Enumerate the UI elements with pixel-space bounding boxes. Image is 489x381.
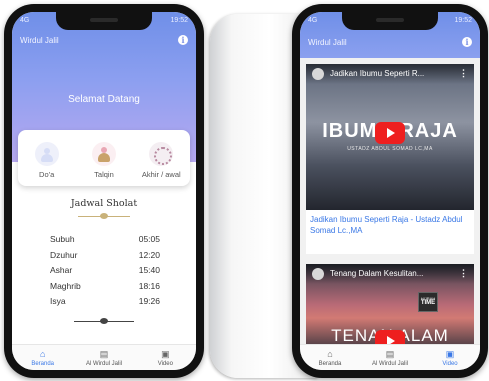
home-screen: 4G 19:52 Wirdul Jalil i Selamat Datang D… — [12, 12, 196, 370]
prayer-name: Ashar — [50, 265, 73, 276]
clock: 19:52 — [454, 17, 472, 24]
thumbnail-title: Jadikan Ibumu Seperti R... — [330, 69, 425, 78]
prayer-name: Subuh — [50, 234, 75, 244]
hijrah-time-badge: HIJRAH TIME — [418, 292, 438, 312]
nav-label: Video — [442, 361, 458, 367]
app-title: Wirdul Jalil — [308, 38, 347, 47]
video-title-link[interactable]: Jadikan Ibumu Seperti Raja - Ustadz Abdu… — [310, 214, 470, 236]
prayer-time: 12:20 — [138, 249, 160, 260]
thumbnail-title: Tenang Dalam Kesulitan... — [330, 269, 424, 278]
prayer-row-subuh: Subuh 05:05 — [48, 232, 160, 248]
video-screen: 4G 19:52 Wirdul Jalil i Jadikan Ibumu Se… — [300, 12, 480, 370]
prayer-name: Isya — [50, 296, 66, 307]
mandala-icon — [149, 141, 174, 166]
signal-indicator: 4G — [20, 17, 30, 24]
info-icon[interactable]: i — [178, 35, 188, 45]
channel-avatar — [312, 268, 324, 280]
nav-beranda[interactable]: ⌂ Beranda — [300, 345, 360, 370]
app-title: Wirdul Jalil — [20, 36, 59, 45]
nav-label: Al Wirdul Jalil — [85, 361, 122, 367]
prayer-schedule-header: Jadwal Sholat — [12, 198, 196, 220]
prayer-time: 18:16 — [138, 280, 160, 291]
menu-label: Do'a — [39, 169, 55, 179]
prayer-name: Dzuhur — [50, 249, 78, 260]
video-library-icon: ▣ — [161, 349, 170, 359]
clock: 19:52 — [170, 17, 188, 24]
nav-label: Beranda — [318, 361, 342, 367]
home-icon: ⌂ — [39, 349, 46, 359]
book-icon: ▤ — [99, 349, 109, 359]
menu-item-doa[interactable]: Do'a — [21, 141, 73, 179]
signal-indicator: 4G — [308, 17, 318, 24]
prayer-time: 19:26 — [138, 296, 160, 307]
mockup-stage: 4G 19:52 Wirdul Jalil i Selamat Datang D… — [0, 0, 489, 381]
app-bar: Wirdul Jalil i — [12, 32, 196, 54]
praying-person-icon — [34, 141, 59, 166]
channel-avatar — [312, 68, 324, 80]
menu-item-akhir-awal[interactable]: Akhir / awal — [135, 141, 187, 179]
prayer-row-ashar: Ashar 15:40 — [48, 263, 160, 279]
ornament-divider-bottom — [74, 317, 134, 325]
nav-al-wirdul-jalil[interactable]: ▤ Al Wirdul Jalil — [73, 345, 134, 370]
welcome-text: Selamat Datang — [68, 94, 140, 105]
book-icon: ▤ — [385, 349, 395, 359]
nav-video[interactable]: ▣ Video — [135, 345, 196, 370]
prayer-row-maghrib: Maghrib 18:16 — [48, 279, 160, 295]
prayer-row-dzuhur: Dzuhur 12:20 — [48, 248, 160, 264]
video-card[interactable]: Tenang Dalam Kesulitan... ⋮ HIJRAH TIME … — [306, 264, 474, 354]
menu-card: Do'a Talqin Akhir / awal — [18, 130, 190, 186]
badge-bottom: TIME — [420, 300, 436, 306]
more-options-icon[interactable]: ⋮ — [459, 268, 468, 279]
nav-beranda[interactable]: ⌂ Beranda — [12, 345, 73, 370]
nav-label: Video — [157, 361, 173, 367]
prayer-time: 05:05 — [138, 234, 160, 244]
ornament-divider — [78, 212, 130, 220]
menu-label: Talqin — [94, 169, 114, 179]
schedule-title: Jadwal Sholat — [70, 198, 138, 209]
nav-video[interactable]: ▣ Video — [420, 345, 480, 370]
video-library-icon: ▣ — [445, 349, 455, 359]
nav-label: Beranda — [31, 361, 54, 367]
play-icon[interactable] — [375, 122, 405, 144]
prayer-row-isya: Isya 19:26 — [48, 294, 160, 310]
prayer-time: 15:40 — [138, 265, 160, 276]
info-icon[interactable]: i — [462, 37, 472, 47]
app-bar: Wirdul Jalil i — [300, 34, 480, 56]
menu-item-talqin[interactable]: Talqin — [78, 141, 130, 179]
phone-notch — [56, 12, 152, 30]
bottom-nav: ⌂ Beranda ▤ Al Wirdul Jalil ▣ Video — [300, 344, 480, 370]
teacher-student-icon — [91, 141, 116, 166]
nav-label: Al Wirdul Jalil — [371, 361, 408, 367]
video-card[interactable]: Jadikan Ibumu Seperti R... ⋮ IBUMU RAJA … — [306, 64, 474, 254]
prayer-times-list: Subuh 05:05 Dzuhur 12:20 Ashar 15:40 Mag… — [48, 232, 160, 310]
nav-al-wirdul-jalil[interactable]: ▤ Al Wirdul Jalil — [360, 345, 420, 370]
bottom-nav: ⌂ Beranda ▤ Al Wirdul Jalil ▣ Video — [12, 344, 196, 370]
phone-home: 4G 19:52 Wirdul Jalil i Selamat Datang D… — [4, 4, 204, 378]
phone-notch — [342, 12, 438, 30]
more-options-icon[interactable]: ⋮ — [459, 68, 468, 79]
video-thumbnail[interactable]: Tenang Dalam Kesulitan... ⋮ HIJRAH TIME … — [306, 264, 474, 354]
video-thumbnail[interactable]: Jadikan Ibumu Seperti R... ⋮ IBUMU RAJA … — [306, 64, 474, 210]
prayer-name: Maghrib — [50, 280, 81, 291]
video-list: Jadikan Ibumu Seperti R... ⋮ IBUMU RAJA … — [300, 58, 480, 354]
home-icon: ⌂ — [327, 349, 333, 359]
thumbnail-subtext: USTADZ ABDUL SOMAD LC,MA — [347, 146, 433, 152]
phone-video: 4G 19:52 Wirdul Jalil i Jadikan Ibumu Se… — [292, 4, 488, 378]
menu-label: Akhir / awal — [141, 169, 181, 179]
